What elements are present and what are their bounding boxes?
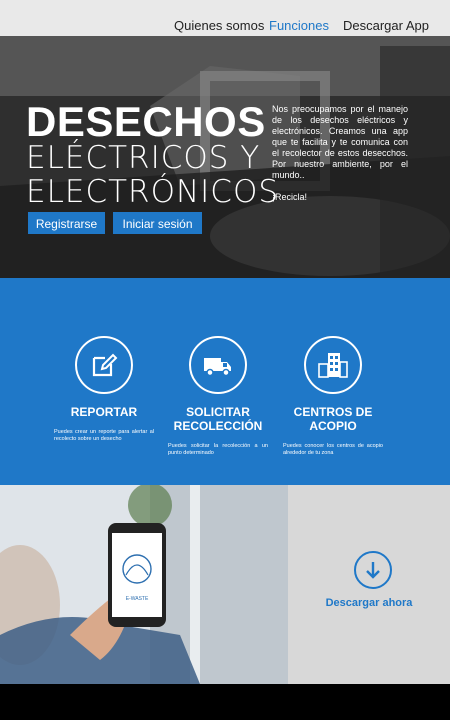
top-navigation: Quienes somos Funciones Descargar App xyxy=(0,0,450,36)
nav-link-descargar-app[interactable]: Descargar App xyxy=(343,18,429,33)
download-section[interactable]: Descargar ahora xyxy=(288,485,450,684)
feature-title: REPORTAR xyxy=(70,405,138,419)
recicla-text: ¡Recicla! xyxy=(272,192,308,202)
login-button[interactable]: Iniciar sesión xyxy=(113,212,202,234)
nav-link-quienes-somos[interactable]: Quienes somos xyxy=(174,18,264,33)
feature-centros-de-acopio: CENTROS DE ACOPIO Puedes conocer los cen… xyxy=(273,336,393,457)
download-now-label[interactable]: Descargar ahora xyxy=(288,596,450,610)
buildings-icon xyxy=(318,353,348,378)
footer-bar xyxy=(0,684,450,720)
features-section: REPORTAR Puedes crear un reporte para al… xyxy=(0,278,450,485)
download-arrow-icon[interactable] xyxy=(354,551,392,589)
feature-reportar: REPORTAR Puedes crear un reporte para al… xyxy=(44,336,164,443)
hero-section: DESECHOS ELÉCTRICOS Y ELECTRÓNICOS Regis… xyxy=(0,36,450,278)
hero-subtitle-line-2: ELECTRÓNICOS xyxy=(26,174,280,210)
app-name-on-phone: E-WASTE xyxy=(125,596,149,602)
phone-in-hand-image: E-WASTE xyxy=(0,485,288,684)
feature-solicitar-recoleccion: SOLICITAR RECOLECCIÓN Puedes solicitar l… xyxy=(158,336,278,457)
hero-description: Nos preocupamos por el manejo de los des… xyxy=(272,104,408,180)
hero-subtitle-line-1: ELÉCTRICOS Y xyxy=(26,140,261,176)
feature-text: Puedes crear un reporte para alertar al … xyxy=(54,429,154,442)
feature-title: SOLICITAR RECOLECCIÓN xyxy=(173,405,263,433)
edit-icon xyxy=(92,353,118,377)
feature-text: Puedes conocer los centros de acopio alr… xyxy=(283,443,383,456)
feature-title: CENTROS DE ACOPIO xyxy=(293,405,373,433)
nav-link-funciones[interactable]: Funciones xyxy=(269,18,329,33)
truck-icon xyxy=(204,358,231,377)
hero-title: DESECHOS xyxy=(26,98,266,145)
feature-text: Puedes solicitar la recolección a un pun… xyxy=(168,443,268,456)
register-button[interactable]: Registrarse xyxy=(28,212,105,234)
